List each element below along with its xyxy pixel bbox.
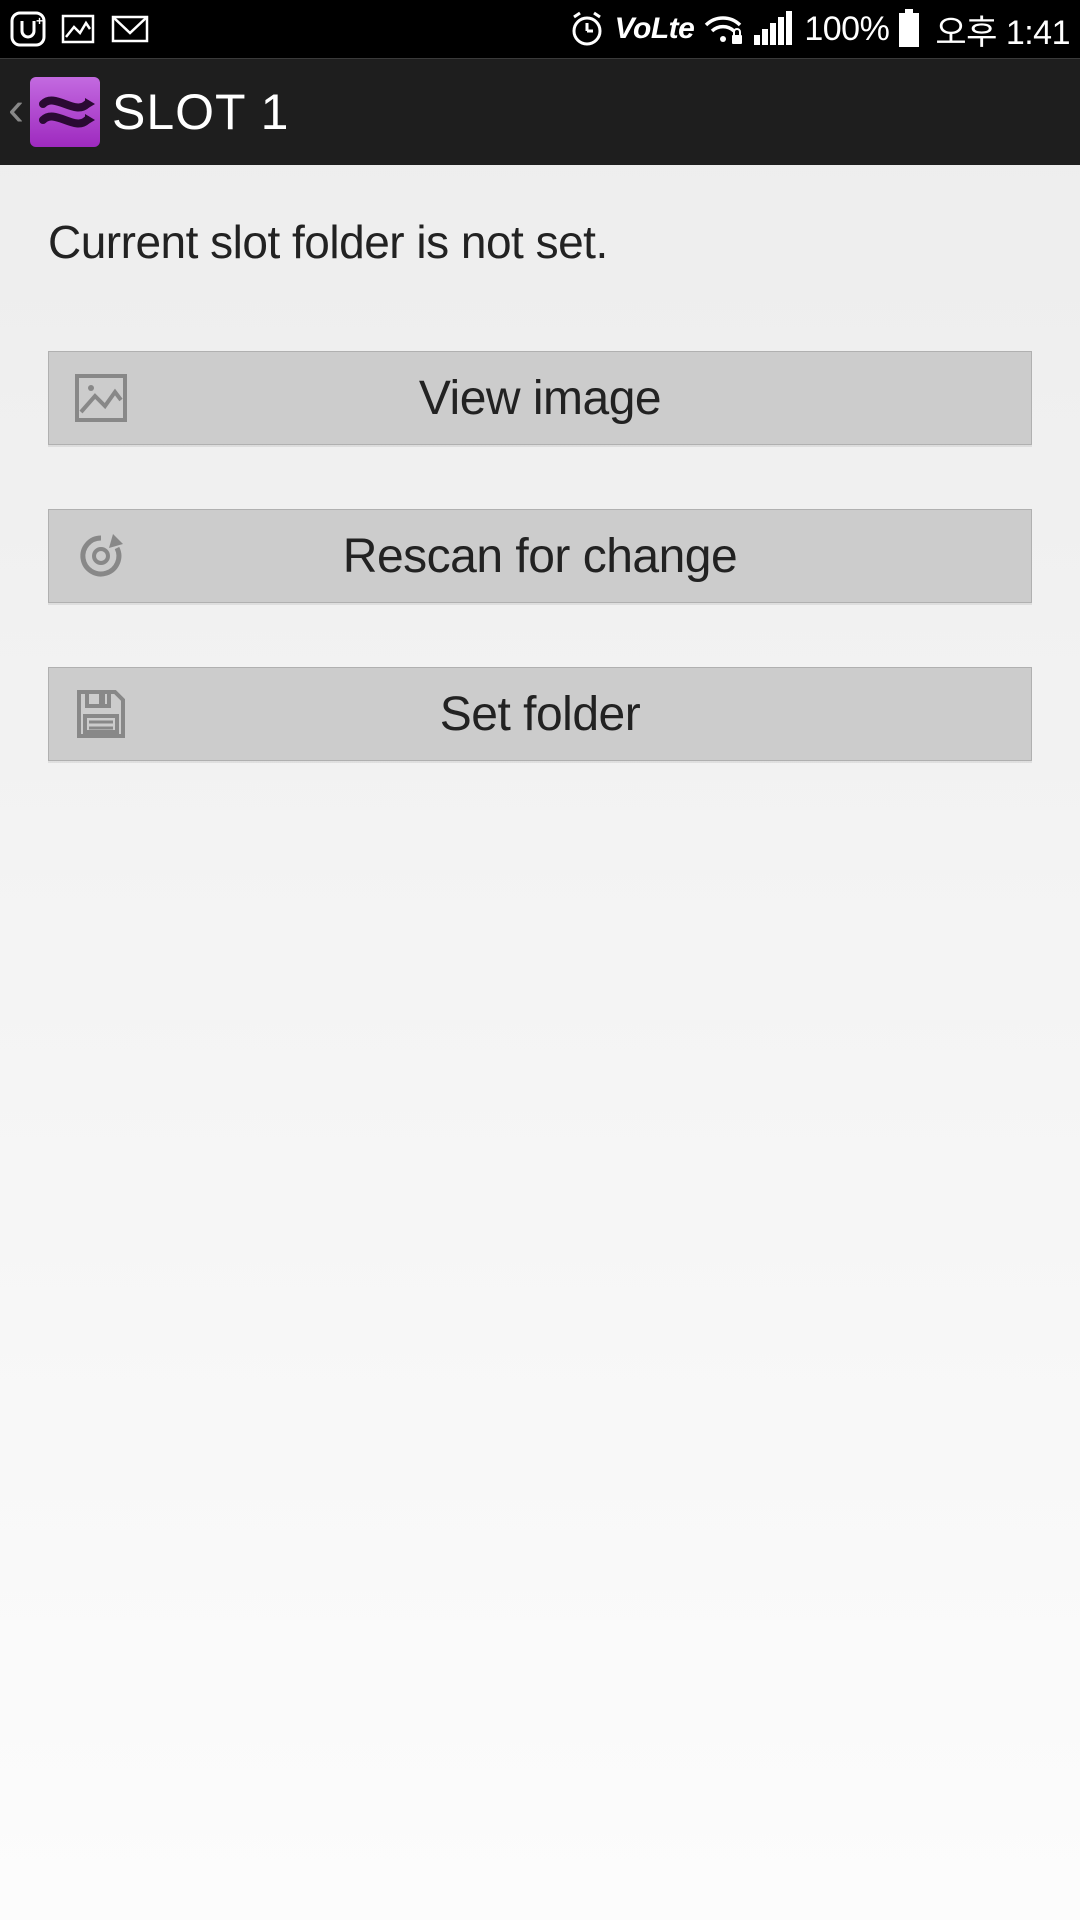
battery-icon xyxy=(897,9,921,49)
back-button[interactable]: ‹ xyxy=(6,86,26,138)
app-bar-title: SLOT 1 xyxy=(112,83,289,141)
gallery-status-icon xyxy=(60,11,96,47)
rescan-icon xyxy=(71,526,131,586)
set-folder-label: Set folder xyxy=(131,687,1031,742)
status-bar-right: VoLte 100% 오 xyxy=(567,5,1070,54)
rescan-button[interactable]: Rescan for change xyxy=(48,509,1032,603)
rescan-label: Rescan for change xyxy=(131,529,1031,584)
status-bar: + VoLte xyxy=(0,0,1080,58)
volte-indicator: VoLte xyxy=(615,12,695,46)
battery-percent: 100% xyxy=(804,10,889,49)
slot-status-message: Current slot folder is not set. xyxy=(48,215,1032,269)
svg-text:+: + xyxy=(36,14,43,28)
view-image-button[interactable]: View image xyxy=(48,351,1032,445)
clock: 오후 1:41 xyxy=(935,5,1070,54)
image-icon xyxy=(71,368,131,428)
set-folder-button[interactable]: Set folder xyxy=(48,667,1032,761)
alarm-icon xyxy=(567,9,607,49)
carrier-icon: + xyxy=(10,11,46,47)
save-icon xyxy=(71,684,131,744)
signal-icon xyxy=(752,11,792,47)
main-content: Current slot folder is not set. View ima… xyxy=(0,165,1080,761)
view-image-label: View image xyxy=(131,371,1031,426)
gmail-status-icon xyxy=(110,11,150,47)
app-logo-icon[interactable] xyxy=(30,77,100,147)
wifi-lock-icon xyxy=(702,11,744,47)
status-bar-left: + xyxy=(10,11,150,47)
app-bar: ‹ SLOT 1 xyxy=(0,58,1080,165)
